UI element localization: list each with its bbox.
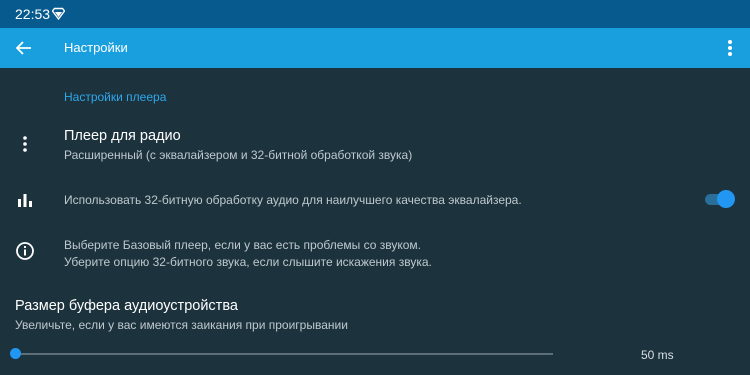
info-text-line1: Выберите Базовый плеер, если у вас есть …	[64, 238, 421, 252]
pref-summary: Использовать 32-битную обработку аудио д…	[64, 193, 522, 207]
buffer-size-value: 50 ms	[641, 348, 674, 362]
pref-title: Размер буфера аудиоустройства	[15, 298, 238, 314]
pref-summary: Расширенный (с эквалайзером и 32-битной …	[64, 148, 413, 162]
page-title: Настройки	[64, 40, 128, 55]
buffer-size-slider[interactable]	[10, 344, 555, 364]
equalizer-icon	[18, 194, 32, 207]
more-vert-icon	[23, 136, 27, 152]
wifi-icon	[52, 7, 65, 20]
slider-thumb[interactable]	[10, 348, 21, 359]
toggle-thumb	[717, 190, 735, 208]
status-bar: 22:53	[0, 0, 750, 28]
app-bar: Настройки	[0, 28, 750, 68]
status-time: 22:53	[15, 6, 51, 22]
section-header-player-settings: Настройки плеера	[64, 90, 167, 104]
more-vert-icon[interactable]	[718, 34, 742, 62]
info-icon	[16, 242, 34, 260]
info-text-line2: Уберите опцию 32-битного звука, если слы…	[64, 255, 432, 269]
slider-track	[14, 353, 553, 355]
pref-title: Плеер для радио	[64, 128, 181, 144]
use-32bit-toggle[interactable]	[701, 188, 737, 210]
pref-summary: Увеличьте, если у вас имеются заикания п…	[15, 318, 348, 332]
back-arrow-icon[interactable]	[10, 34, 38, 62]
